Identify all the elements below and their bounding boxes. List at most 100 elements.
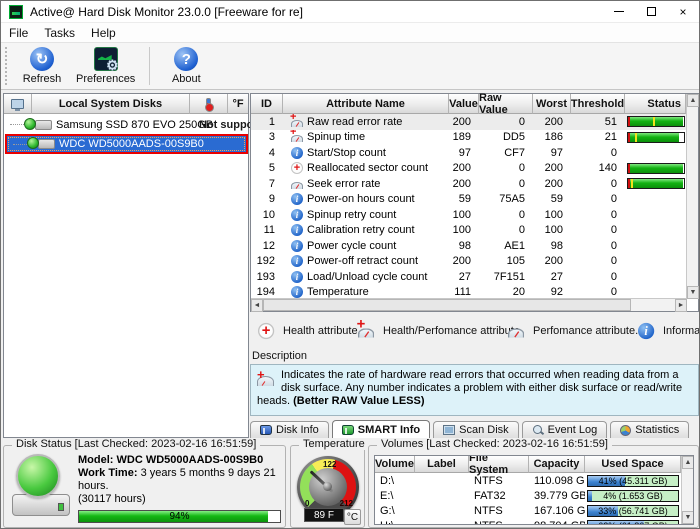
volumes-scrollbar[interactable]: ▲ ▼ [681, 456, 693, 524]
attr-raw: 0 [479, 207, 533, 223]
column-header-label[interactable]: Label [415, 456, 469, 473]
temp-unit-header[interactable]: °F [228, 94, 248, 114]
model-value: WDC WD5000AADS-00S9B0 [117, 454, 264, 466]
smart-table-rows: 1+Raw read error rate2000200513+Spinup t… [251, 114, 686, 300]
volumes-table-rows: D:\NTFS110.098 GB41% (45.311 GB)E:\FAT32… [375, 473, 681, 525]
column-header-raw-value[interactable]: Raw Value [479, 94, 533, 114]
information-icon [291, 255, 303, 267]
column-header-file-system[interactable]: File System [469, 456, 529, 473]
scroll-up-icon[interactable]: ▲ [682, 456, 694, 469]
scroll-down-icon[interactable]: ▼ [682, 511, 694, 524]
scroll-down-icon[interactable]: ▼ [687, 286, 699, 299]
tab-statistics[interactable]: Statistics [610, 421, 689, 438]
refresh-button[interactable]: Refresh [14, 45, 70, 87]
health-performance-icon: + [291, 116, 303, 128]
local-system-disks-header[interactable]: Local System Disks [32, 94, 190, 114]
attr-id: 10 [251, 207, 283, 223]
disk-item-samsung-ssd-870-evo-250gb[interactable]: Samsung SSD 870 EVO 250GBNot suppo [4, 116, 248, 133]
attr-threshold: 0 [571, 145, 625, 161]
temperature-group: Temperature 122 0 212 89 F °C [290, 445, 365, 528]
status-bar [627, 116, 685, 127]
column-header-used-space[interactable]: Used Space [585, 456, 681, 473]
tab-disk-info[interactable]: Disk Info [250, 421, 329, 438]
hscroll-thumb[interactable] [263, 299, 631, 311]
tab-smart-info[interactable]: SMART Info [332, 420, 430, 438]
scroll-up-icon[interactable]: ▲ [687, 94, 699, 107]
column-header-value[interactable]: Value [449, 94, 479, 114]
temperature-value: 89 F [304, 508, 344, 522]
column-header-volume[interactable]: Volume [375, 456, 415, 473]
smart-attribute-row[interactable]: 1+Raw read error rate200020051 [251, 114, 686, 130]
tab-label: Statistics [635, 424, 679, 436]
volume-row[interactable]: D:\NTFS110.098 GB41% (45.311 GB) [375, 473, 681, 488]
health-performance-icon: + [291, 131, 303, 143]
volume-fs: NTFS [469, 520, 529, 526]
disk-health-graphic [12, 454, 74, 522]
smart-attribute-row[interactable]: 192Power-off retract count2001052000 [251, 254, 686, 270]
menu-item-tasks[interactable]: Tasks [36, 24, 83, 42]
volume-capacity: 110.098 GB [529, 475, 585, 487]
attr-threshold: 140 [571, 161, 625, 177]
smart-attribute-row[interactable]: 3+Spinup time189DD518621 [251, 130, 686, 146]
smart-attribute-row[interactable]: 10Spinup retry count10001000 [251, 207, 686, 223]
toolbar-grip[interactable] [5, 47, 8, 85]
disk-item-wdc-wd5000aads-00s9b0[interactable]: WDC WD5000AADS-00S9B0 [5, 134, 248, 154]
tab-label: Event Log [548, 424, 598, 436]
scroll-left-icon[interactable]: ◄ [251, 299, 263, 312]
attr-name-cell: Power cycle count [283, 238, 449, 254]
volume-capacity: 167.106 GB [529, 505, 585, 517]
smart-attribute-row[interactable]: 9Power-on hours count5975A5590 [251, 192, 686, 208]
smart-attribute-row[interactable]: 5Reallocated sector count2000200140 [251, 161, 686, 177]
column-header-attribute-name[interactable]: Attribute Name [283, 94, 449, 114]
description-bold-text: (Better RAW Value LESS) [293, 395, 424, 407]
attr-id: 9 [251, 192, 283, 208]
volume-row[interactable]: E:\FAT3239.779 GB4% (1.653 GB) [375, 488, 681, 503]
smart-horizontal-scrollbar[interactable]: ◄ ► [251, 298, 687, 311]
attr-name-cell: Power-off retract count [283, 254, 449, 270]
minimize-button[interactable] [603, 1, 635, 22]
smart-vertical-scrollbar[interactable]: ▲ ▼ [686, 94, 698, 299]
attr-worst: 200 [533, 254, 571, 270]
column-header-capacity[interactable]: Capacity [529, 456, 585, 473]
attr-status-cell [625, 161, 686, 177]
scroll-right-icon[interactable]: ► [675, 299, 687, 312]
smart-attribute-row[interactable]: 12Power cycle count98AE1980 [251, 238, 686, 254]
computer-icon-header-cell[interactable] [4, 94, 32, 114]
maximize-button[interactable] [635, 1, 667, 22]
column-header-worst[interactable]: Worst [533, 94, 571, 114]
menu-item-file[interactable]: File [1, 24, 36, 42]
window-title: Active@ Hard Disk Monitor 23.0.0 [Freewa… [30, 5, 603, 19]
smart-attribute-row[interactable]: 11Calibration retry count10001000 [251, 223, 686, 239]
smart-attribute-row[interactable]: 4Start/Stop count97CF7970 [251, 145, 686, 161]
volume-used-cell: 41% (45.311 GB) [585, 475, 681, 487]
column-header-id[interactable]: ID [251, 94, 283, 114]
attr-name-cell: Start/Stop count [283, 145, 449, 161]
celsius-toggle-button[interactable]: °C [344, 509, 361, 525]
column-header-threshold[interactable]: Threshold [571, 94, 625, 114]
attr-id: 3 [251, 130, 283, 146]
tab-event-log[interactable]: Event Log [522, 421, 608, 438]
attr-value: 200 [449, 114, 479, 130]
tab-scan-disk[interactable]: Scan Disk [433, 421, 519, 438]
smart-attribute-row[interactable]: 7Seek error rate20002000 [251, 176, 686, 192]
attr-raw: AE1 [479, 238, 533, 254]
monitor-icon [443, 425, 455, 435]
smart-attribute-row[interactable]: 193Load/Unload cycle count277F151270 [251, 269, 686, 285]
volume-row[interactable]: H:\NTFS98.704 GB62% (61.867 GB) [375, 518, 681, 525]
about-button[interactable]: About [158, 45, 214, 87]
attr-id: 1 [251, 114, 283, 130]
attr-worst: 100 [533, 207, 571, 223]
menu-item-help[interactable]: Help [83, 24, 124, 42]
close-button[interactable]: × [667, 1, 699, 22]
preferences-button[interactable]: Preferences [70, 45, 141, 87]
information-icon [291, 224, 303, 236]
volume-row[interactable]: G:\NTFS167.106 GB33% (56.741 GB) [375, 503, 681, 518]
about-icon [174, 47, 198, 71]
information-icon [291, 193, 303, 205]
column-header-status[interactable]: Status [625, 94, 686, 114]
used-space-bar: 41% (45.311 GB) [587, 475, 679, 487]
status-bar-worst-mark [635, 133, 637, 142]
attr-name: Raw read error rate [307, 116, 402, 128]
status-bar [627, 163, 685, 174]
thermometer-header-cell[interactable] [190, 94, 228, 114]
